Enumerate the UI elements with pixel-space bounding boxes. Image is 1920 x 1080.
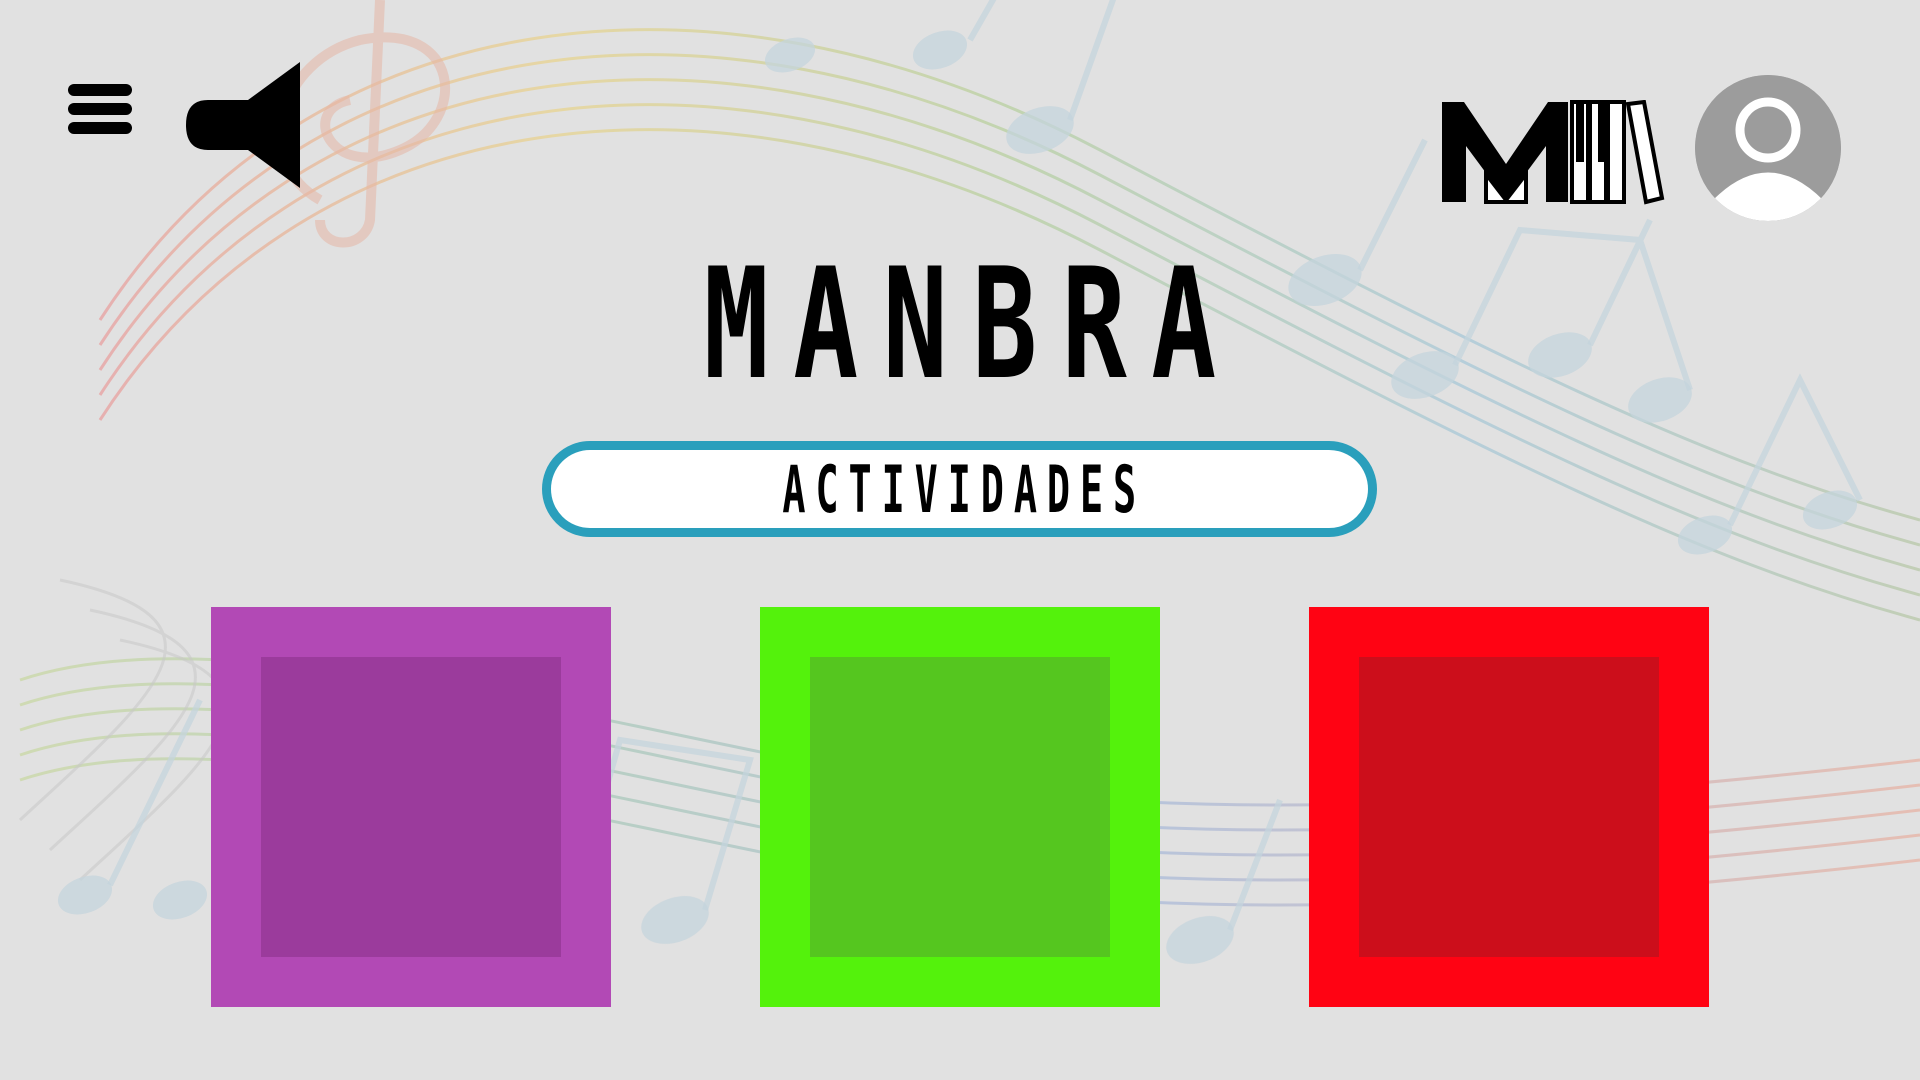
activities-section-button[interactable]: ACTIVIDADES	[542, 441, 1377, 537]
speaker-icon	[186, 62, 300, 188]
menu-bar-bottom	[68, 122, 132, 134]
sound-button[interactable]	[184, 60, 304, 190]
user-avatar-button[interactable]	[1695, 75, 1841, 221]
screen: MANBRA ACTIVIDADES	[0, 0, 1920, 1080]
activity-tile-purple[interactable]	[211, 607, 611, 1007]
activity-tile-red[interactable]	[1309, 607, 1709, 1007]
piano-m-logo-icon	[1442, 99, 1665, 205]
activity-tile-green-inner	[810, 657, 1110, 957]
activity-tile-purple-inner	[261, 657, 561, 957]
menu-bar-top	[68, 84, 132, 96]
user-avatar-icon	[1695, 75, 1841, 221]
app-title: MANBRA	[703, 236, 1241, 414]
activity-tile-red-inner	[1359, 657, 1659, 957]
manbra-logo	[1440, 99, 1665, 205]
activities-section-label: ACTIVIDADES	[782, 450, 1147, 528]
menu-button[interactable]	[68, 84, 134, 150]
activity-tile-green[interactable]	[760, 607, 1160, 1007]
menu-bar-middle	[68, 103, 132, 115]
